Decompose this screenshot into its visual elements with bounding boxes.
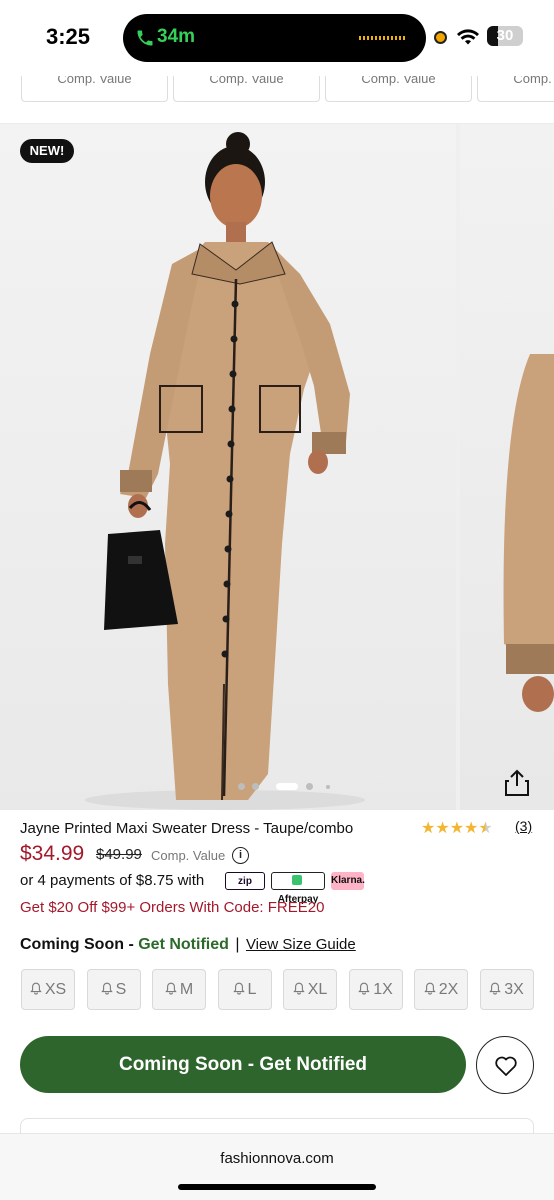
url-bar[interactable]: fashionnova.com (0, 1150, 554, 1167)
battery-level: 30 (496, 27, 514, 44)
related-products-strip[interactable]: Comp. Value Comp. Value Comp. Value Comp… (0, 76, 554, 124)
related-product-card[interactable]: Comp. Value (173, 76, 320, 102)
sale-price: $34.99 (20, 842, 85, 865)
comp-value-label: Comp. Value (361, 76, 436, 86)
size-option[interactable]: XL (283, 969, 337, 1010)
size-option[interactable]: XS (21, 969, 75, 1010)
size-label: 3X (504, 981, 524, 998)
pagination-dot[interactable] (252, 783, 259, 790)
size-selector[interactable]: XS S M L XL 1X 2X 3X (21, 969, 535, 1011)
size-label: S (115, 981, 127, 998)
new-badge: NEW! (20, 139, 74, 163)
bell-icon (358, 982, 370, 995)
share-icon[interactable] (502, 768, 532, 798)
star-icon: ★ (478, 820, 493, 837)
get-notified-link[interactable]: Get Notified (138, 936, 229, 953)
size-option[interactable]: M (152, 969, 206, 1010)
model-photo (85, 132, 365, 810)
installments-row: or 4 payments of $8.75 with zip Afterpay… (20, 872, 540, 905)
status-bar: 3:25 34m 30 (0, 0, 554, 76)
phone-icon (137, 30, 153, 46)
availability-separator: - (128, 936, 134, 953)
product-image[interactable]: NEW! (0, 124, 456, 810)
mic-indicator-icon (434, 31, 447, 44)
star-icon: ★ (421, 820, 436, 837)
review-count-link[interactable]: (3) (515, 818, 532, 834)
status-time: 3:25 (46, 24, 91, 49)
heart-icon (495, 1056, 517, 1076)
size-option[interactable]: 3X (479, 969, 534, 1010)
installments-text: or 4 payments of $8.75 with (20, 872, 205, 889)
wifi-icon (457, 29, 479, 45)
bell-icon (293, 982, 305, 995)
bell-icon (100, 982, 113, 995)
size-label: XL (307, 981, 328, 998)
size-guide-link[interactable]: View Size Guide (246, 936, 356, 953)
size-label: 2X (438, 981, 459, 998)
original-price: $49.99 (96, 846, 142, 863)
call-timer: 34m (157, 26, 196, 47)
coming-soon-notify-button[interactable]: Coming Soon - Get Notified (20, 1036, 466, 1093)
bell-icon (489, 982, 501, 995)
info-icon[interactable]: i (232, 847, 249, 864)
rating-stars: ★★★★★ (421, 818, 493, 838)
availability-row: Coming Soon - Get Notified | View Size G… (20, 936, 356, 956)
zip-logo[interactable]: zip (225, 872, 265, 890)
related-product-card[interactable]: Comp. Value (325, 76, 472, 102)
promo-text: Get $20 Off $99+ Orders With Code: FREE2… (20, 899, 325, 916)
afterpay-icon (292, 875, 302, 885)
product-title: Jayne Printed Maxi Sweater Dress - Taupe… (20, 820, 354, 837)
model-photo-partial (503, 354, 554, 712)
size-option[interactable]: S (86, 969, 141, 1010)
size-label: XS (44, 981, 67, 998)
comp-value-label: Comp. Value (151, 848, 226, 863)
availability-label: Coming Soon (20, 936, 124, 953)
related-product-card[interactable]: Comp. Value (477, 76, 554, 102)
separator-pipe: | (235, 936, 240, 953)
wishlist-button[interactable] (476, 1036, 534, 1094)
comp-value-label: Comp. Value (57, 76, 132, 86)
comp-value-label: Comp. Value (513, 76, 554, 86)
audio-waveform-icon (359, 36, 407, 40)
star-icon: ★ (435, 820, 450, 837)
home-indicator[interactable] (178, 1184, 376, 1190)
star-icon: ★ (464, 820, 479, 837)
size-option[interactable]: L (217, 969, 272, 1010)
size-option[interactable]: 1X (348, 969, 403, 1010)
size-label: 1X (373, 981, 393, 998)
star-icon: ★ (449, 820, 465, 837)
gallery-pagination[interactable] (238, 780, 338, 790)
related-product-card[interactable]: Comp. Value (21, 76, 168, 102)
bell-icon (424, 982, 436, 995)
afterpay-logo[interactable]: Afterpay (271, 872, 325, 905)
pagination-dot-active[interactable] (276, 783, 298, 790)
comp-value-label: Comp. Value (209, 76, 284, 86)
bell-icon (30, 982, 42, 995)
dynamic-island[interactable]: 34m (123, 14, 426, 62)
size-option[interactable]: 2X (414, 969, 468, 1010)
size-label: M (179, 981, 194, 998)
klarna-logo[interactable]: Klarna. (331, 872, 365, 890)
product-image-gallery[interactable]: NEW! (0, 124, 554, 810)
pagination-dot[interactable] (306, 783, 313, 790)
browser-bar: fashionnova.com (0, 1133, 554, 1200)
bell-icon (232, 982, 245, 995)
size-label: L (247, 981, 257, 998)
product-image-next[interactable] (460, 124, 554, 810)
bell-icon (165, 982, 177, 995)
pagination-dot[interactable] (238, 783, 245, 790)
price-row: $34.99 $49.99 Comp. Value i (20, 842, 540, 868)
battery-icon: 30 (487, 26, 523, 46)
pagination-dot[interactable] (326, 785, 330, 789)
